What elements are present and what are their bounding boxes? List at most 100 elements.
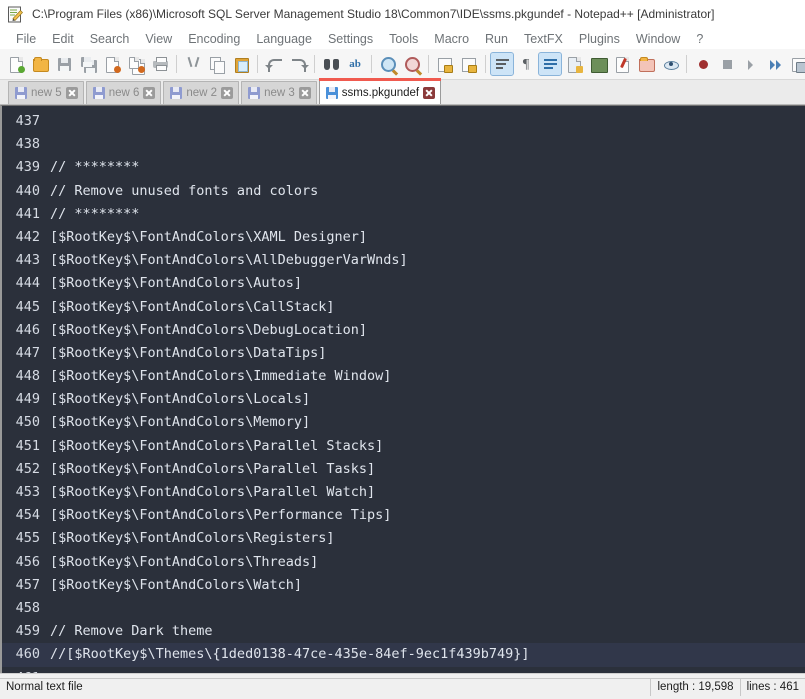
close-file-icon[interactable] (101, 53, 123, 75)
editor-line[interactable]: 460 //[$RootKey$\Themes\{1ded0138-47ce-43… (2, 643, 805, 667)
menu-item-edit[interactable]: Edit (44, 31, 82, 47)
menu-item-file[interactable]: File (8, 31, 44, 47)
folder-as-workspace-icon[interactable] (635, 53, 657, 75)
sync-vertical-scroll-icon[interactable] (434, 53, 456, 75)
editor-line[interactable]: 459 // Remove Dark theme (2, 620, 805, 643)
save-all-icon[interactable] (77, 53, 99, 75)
editor-line[interactable]: 457 [$RootKey$\FontAndColors\Watch] (2, 574, 805, 597)
toolbar-separator (176, 55, 177, 73)
toolbar: ab ¶ ABC (0, 49, 805, 80)
editor-line[interactable]: 445 [$RootKey$\FontAndColors\CallStack] (2, 296, 805, 319)
editor-line[interactable]: 437 (2, 110, 805, 133)
menu-item-tools[interactable]: Tools (381, 31, 426, 47)
editor-line[interactable]: 461 (2, 667, 805, 674)
find-icon[interactable] (320, 53, 342, 75)
toolbar-separator (314, 55, 315, 73)
tab-new-5[interactable]: new 5 (8, 81, 84, 104)
run-macro-multiple-icon[interactable] (764, 53, 786, 75)
editor-line[interactable]: 448 [$RootKey$\FontAndColors\Immediate Wi… (2, 365, 805, 388)
show-udl-dialog-icon[interactable] (563, 53, 585, 75)
menu-item-window[interactable]: Window (628, 31, 688, 47)
code-view[interactable]: 437 438 439 // ******** 440 // Remove unused … (2, 106, 805, 673)
menu-item-view[interactable]: View (137, 31, 180, 47)
close-icon[interactable] (143, 87, 156, 99)
cut-icon[interactable] (182, 53, 204, 75)
editor-line[interactable]: 443 [$RootKey$\FontAndColors\AllDebuggerV… (2, 249, 805, 272)
play-macro-icon[interactable] (740, 53, 762, 75)
tab-new-2[interactable]: new 2 (163, 81, 240, 104)
tab-label: new 6 (108, 87, 140, 99)
show-all-characters-icon[interactable]: ¶ (515, 53, 537, 75)
status-length: length : 19,598 (650, 677, 740, 696)
editor-line[interactable]: 446 [$RootKey$\FontAndColors\DebugLocatio… (2, 319, 805, 342)
undo-icon[interactable] (263, 53, 285, 75)
word-wrap-icon[interactable] (490, 52, 514, 76)
tab-new-6[interactable]: new 6 (85, 81, 162, 104)
editor-line[interactable]: 456 [$RootKey$\FontAndColors\Threads] (2, 551, 805, 574)
toolbar-separator (428, 55, 429, 73)
line-text: [$RootKey$\FontAndColors\Parallel Tasks] (50, 460, 376, 477)
line-number: 440 (15, 182, 40, 199)
document-map-icon[interactable] (587, 53, 609, 75)
line-number: 460 (15, 646, 40, 663)
menu-item-search[interactable]: Search (82, 31, 138, 47)
menu-item-settings[interactable]: Settings (320, 31, 381, 47)
editor-line[interactable]: 455 [$RootKey$\FontAndColors\Registers] (2, 527, 805, 550)
replace-icon[interactable]: ab (344, 53, 366, 75)
tab-ssms-pkgundef[interactable]: ssms.pkgundef (318, 78, 442, 104)
save-macro-icon[interactable] (788, 53, 805, 75)
sync-horizontal-scroll-icon[interactable] (458, 53, 480, 75)
zoom-in-icon[interactable] (377, 53, 399, 75)
save-icon[interactable] (53, 53, 75, 75)
print-icon[interactable] (149, 53, 171, 75)
line-text: [$RootKey$\FontAndColors\Parallel Watch] (50, 484, 376, 500)
record-macro-icon[interactable] (692, 53, 714, 75)
stop-recording-icon[interactable] (716, 53, 738, 75)
close-icon[interactable] (221, 87, 234, 99)
close-icon[interactable] (423, 86, 436, 99)
line-number: 458 (15, 599, 40, 616)
editor-line[interactable]: 453 [$RootKey$\FontAndColors\Parallel Wat… (2, 481, 805, 504)
editor-line[interactable]: 449 [$RootKey$\FontAndColors\Locals] (2, 388, 805, 411)
menu-item-textfx[interactable]: TextFX (516, 31, 571, 47)
open-file-icon[interactable] (29, 53, 51, 75)
line-number: 452 (15, 460, 40, 477)
editor-line[interactable]: 450 [$RootKey$\FontAndColors\Memory] (2, 411, 805, 434)
tab-new-3[interactable]: new 3 (241, 81, 317, 104)
editor-line[interactable]: 447 [$RootKey$\FontAndColors\DataTips] (2, 342, 805, 365)
editor-line[interactable]: 439 // ******** (2, 156, 805, 179)
menu-item-encoding[interactable]: Encoding (180, 31, 248, 47)
editor-line[interactable]: 451 [$RootKey$\FontAndColors\Parallel Sta… (2, 435, 805, 458)
line-text: [$RootKey$\FontAndColors\AllDebuggerVarW… (50, 252, 408, 269)
editor-line[interactable]: 441 // ******** (2, 203, 805, 226)
redo-icon[interactable] (287, 53, 309, 75)
editor-line[interactable]: 458 (2, 597, 805, 620)
paste-icon[interactable] (230, 53, 252, 75)
line-number: 444 (15, 275, 40, 292)
menu-item-plugins[interactable]: Plugins (571, 31, 628, 47)
copy-icon[interactable] (206, 53, 228, 75)
menu-item-language[interactable]: Language (248, 31, 320, 47)
editor-line[interactable]: 440 // Remove unused fonts and colors (2, 180, 805, 203)
editor-line[interactable]: 452 [$RootKey$\FontAndColors\Parallel Tas… (2, 458, 805, 481)
editor-line[interactable]: 438 (2, 133, 805, 156)
zoom-out-icon[interactable] (401, 53, 423, 75)
line-number: 439 (15, 159, 40, 176)
editor-line[interactable]: 454 [$RootKey$\FontAndColors\Performance … (2, 504, 805, 527)
toolbar-separator (485, 55, 486, 73)
menu-item-macro[interactable]: Macro (426, 31, 477, 47)
indent-guide-icon[interactable] (538, 52, 562, 76)
menu-item-help[interactable]: ? (688, 31, 711, 47)
new-file-icon[interactable] (5, 53, 27, 75)
function-list-icon[interactable] (611, 53, 633, 75)
close-icon[interactable] (298, 87, 311, 99)
editor-area[interactable]: 437 438 439 // ******** 440 // Remove unused … (0, 105, 805, 673)
close-icon[interactable] (65, 87, 78, 99)
editor-line[interactable]: 444 [$RootKey$\FontAndColors\Autos] (2, 272, 805, 295)
monitoring-icon[interactable] (659, 53, 681, 75)
editor-line[interactable]: 442 [$RootKey$\FontAndColors\XAML Designe… (2, 226, 805, 249)
line-number: 461 (2, 667, 40, 674)
menu-item-run[interactable]: Run (477, 31, 516, 47)
close-all-icon[interactable] (125, 53, 147, 75)
line-number: 449 (15, 391, 40, 408)
